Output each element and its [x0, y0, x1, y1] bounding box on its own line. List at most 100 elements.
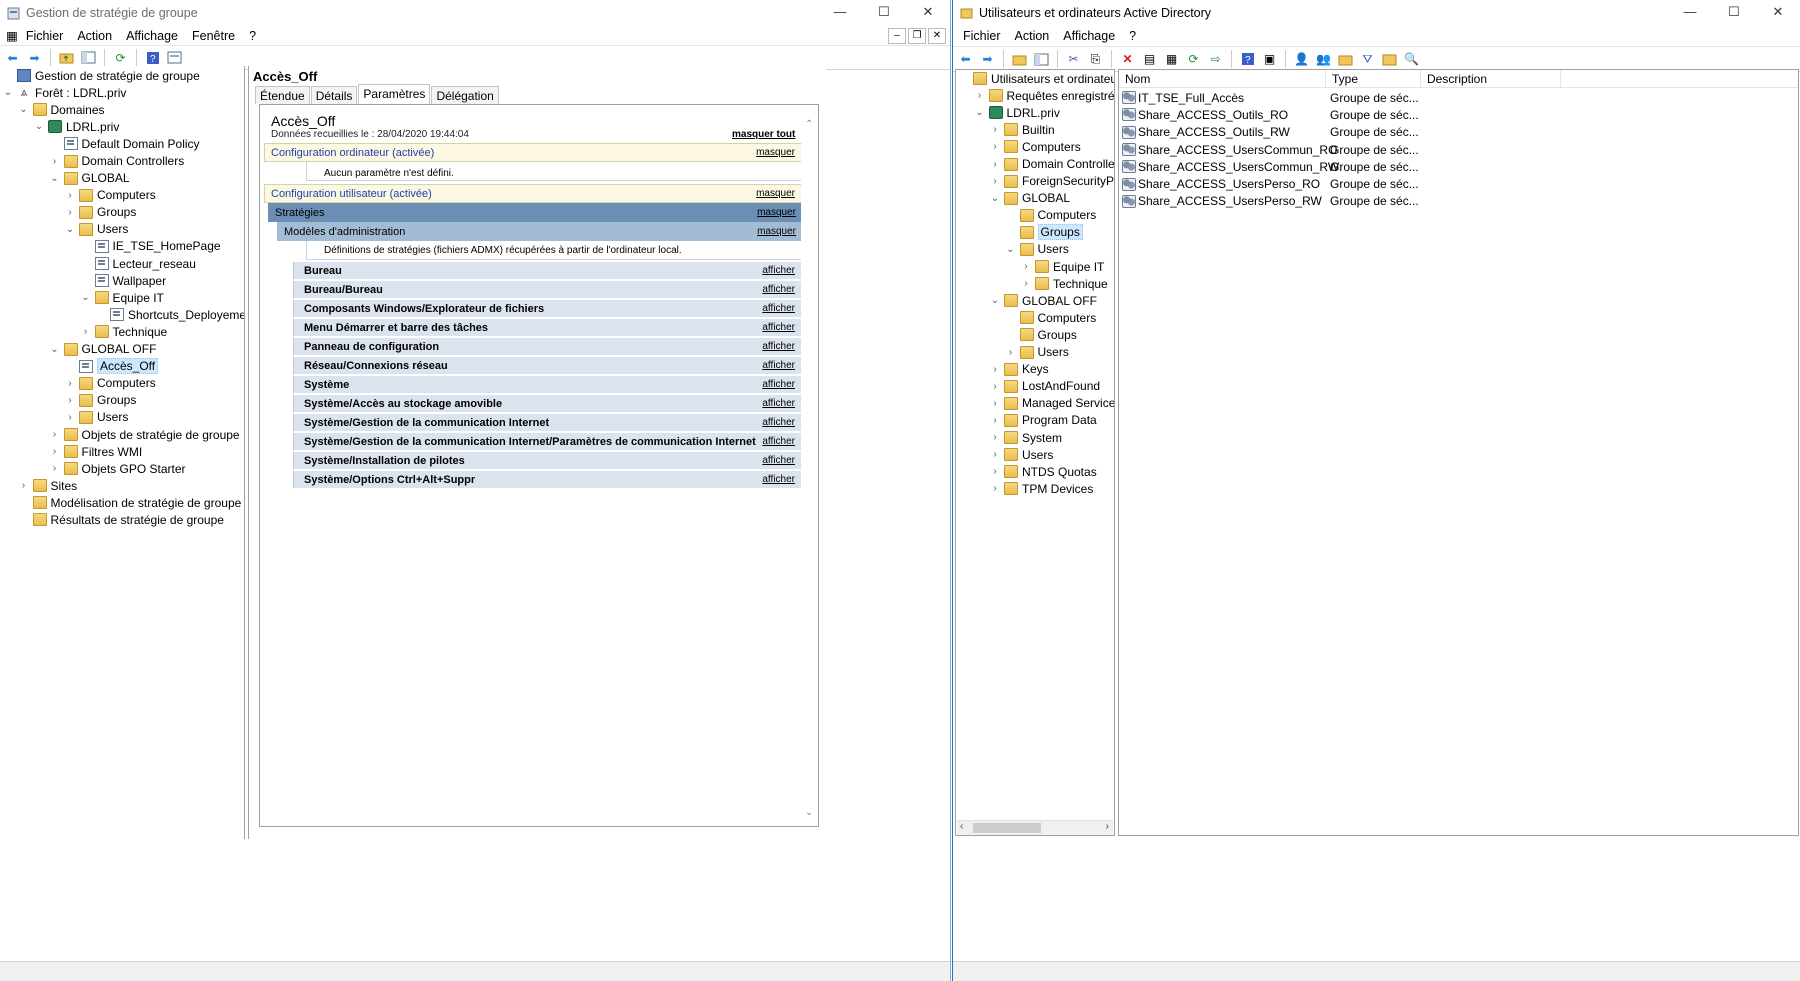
- gpm-tree-item-domaines[interactable]: ⌄ Domaines: [0, 101, 244, 118]
- chevron-down-icon[interactable]: ⌄: [989, 193, 1001, 204]
- gpm-tree-item-domain-controllers[interactable]: › Domain Controllers: [0, 152, 244, 169]
- chevron-right-icon[interactable]: ›: [80, 326, 92, 337]
- chevron-right-icon[interactable]: ›: [974, 90, 986, 101]
- ad-tree-item-groups[interactable]: Groups: [956, 224, 1114, 241]
- policy-item-show-link[interactable]: afficher: [762, 303, 795, 314]
- gpm-menu-icon[interactable]: ▦: [4, 28, 20, 43]
- policy-item-show-link[interactable]: afficher: [762, 284, 795, 295]
- gpm-tree-item-ie-tse-homepage[interactable]: IE_TSE_HomePage: [0, 238, 244, 255]
- chevron-right-icon[interactable]: ›: [989, 398, 1001, 409]
- export-icon[interactable]: ⇨: [1207, 51, 1224, 68]
- chevron-down-icon[interactable]: ⌄: [49, 173, 61, 184]
- chevron-right-icon[interactable]: ›: [1020, 278, 1032, 289]
- policy-item-show-link[interactable]: afficher: [762, 474, 795, 485]
- help-icon[interactable]: ?: [144, 49, 161, 66]
- mdi-close-button[interactable]: ✕: [928, 27, 946, 44]
- gpm-menu-action[interactable]: Action: [71, 29, 120, 43]
- properties-icon[interactable]: ▤: [1141, 51, 1158, 68]
- chevron-right-icon[interactable]: ›: [49, 446, 61, 457]
- mdi-restore-button[interactable]: ❐: [908, 27, 926, 44]
- scroll-right-icon[interactable]: ›: [1106, 821, 1109, 832]
- scroll-down-icon[interactable]: ⌄: [805, 807, 813, 818]
- ad-tree-item-equipe-it[interactable]: › Equipe IT: [956, 258, 1114, 275]
- gpm-tree-item-computers[interactable]: › Computers: [0, 187, 244, 204]
- gpm-tree-item-foret-ldrl-priv[interactable]: ⌄ ⩓ Forêt : LDRL.priv: [0, 84, 244, 101]
- policy-item-show-link[interactable]: afficher: [762, 360, 795, 371]
- chevron-right-icon[interactable]: ›: [1005, 347, 1017, 358]
- policy-item-show-link[interactable]: afficher: [762, 379, 795, 390]
- chevron-right-icon[interactable]: ›: [1020, 261, 1032, 272]
- ad-tree-item-utilisateurs-et-ordinateurs-active[interactable]: Utilisateurs et ordinateurs Active: [956, 70, 1114, 87]
- delegate-icon[interactable]: 🔍: [1403, 51, 1420, 68]
- gpm-tree-item-users[interactable]: ⌄ Users: [0, 221, 244, 238]
- gpm-tree-item-computers[interactable]: › Computers: [0, 375, 244, 392]
- chevron-down-icon[interactable]: ⌄: [2, 87, 14, 98]
- ad-tree-item-foreignsecurityprincipals[interactable]: › ForeignSecurityPrincipals: [956, 173, 1114, 190]
- ad-refresh-icon[interactable]: ⟳: [1185, 51, 1202, 68]
- report-vertical-scrollbar[interactable]: ⌃ ⌄: [801, 105, 818, 826]
- ad-show-tree-icon[interactable]: [1033, 51, 1050, 68]
- ad-tree-item-domain-controllers[interactable]: › Domain Controllers: [956, 155, 1114, 172]
- policy-item-show-link[interactable]: afficher: [762, 417, 795, 428]
- ad-tree-item-technique[interactable]: › Technique: [956, 275, 1114, 292]
- ad-minimize-button[interactable]: —: [1668, 0, 1712, 26]
- column-header-type[interactable]: Type: [1326, 70, 1421, 88]
- ad-tree-item-ldrl-priv[interactable]: ⌄ LDRL.priv: [956, 104, 1114, 121]
- tab-etendue[interactable]: Étendue: [255, 86, 310, 104]
- chevron-right-icon[interactable]: ›: [49, 429, 61, 440]
- chevron-right-icon[interactable]: ›: [989, 159, 1001, 170]
- chevron-right-icon[interactable]: ›: [64, 412, 76, 423]
- chevron-right-icon[interactable]: ›: [989, 141, 1001, 152]
- user-config-hide-link[interactable]: masquer: [756, 188, 795, 199]
- gpm-tree-item-acces-off[interactable]: Accès_Off: [0, 358, 244, 375]
- chevron-right-icon[interactable]: ›: [64, 207, 76, 218]
- list-item[interactable]: Share_ACCESS_UsersCommun_RO Groupe de séc…: [1119, 141, 1798, 158]
- list-item[interactable]: IT_TSE_Full_Accès Groupe de séc...: [1119, 89, 1798, 106]
- ad-help-icon[interactable]: ?: [1239, 51, 1256, 68]
- ad-tree-item-builtin[interactable]: › Builtin: [956, 121, 1114, 138]
- policy-item-show-link[interactable]: afficher: [762, 341, 795, 352]
- policy-item-show-link[interactable]: afficher: [762, 398, 795, 409]
- ad-menu-fichier[interactable]: Fichier: [957, 29, 1009, 43]
- list-item[interactable]: Share_ACCESS_UsersPerso_RO Groupe de séc.…: [1119, 175, 1798, 192]
- maximize-button[interactable]: ☐: [862, 0, 906, 26]
- ad-tree-item-managed-service-accour[interactable]: › Managed Service Accour: [956, 395, 1114, 412]
- column-header-nom[interactable]: Nom: [1119, 70, 1326, 88]
- chevron-down-icon[interactable]: ⌄: [974, 107, 986, 118]
- ad-back-arrow-icon[interactable]: ⬅: [957, 51, 974, 68]
- gpm-tree-item-objets-de-strategie-de-groupe[interactable]: › Objets de stratégie de groupe: [0, 426, 244, 443]
- chevron-right-icon[interactable]: ›: [49, 156, 61, 167]
- chevron-down-icon[interactable]: ⌄: [49, 344, 61, 355]
- filter-icon[interactable]: ⛛: [1359, 51, 1376, 68]
- ad-tree-item-groups[interactable]: Groups: [956, 326, 1114, 343]
- gpm-menu-fenetre[interactable]: Fenêtre: [186, 29, 243, 43]
- ad-tree-item-global[interactable]: ⌄ GLOBAL: [956, 190, 1114, 207]
- ad-tree-item-ntds-quotas[interactable]: › NTDS Quotas: [956, 463, 1114, 480]
- gpm-tree-item-sites[interactable]: › Sites: [0, 477, 244, 494]
- chevron-right-icon[interactable]: ›: [64, 378, 76, 389]
- scroll-left-icon[interactable]: ‹: [960, 821, 963, 832]
- tab-details[interactable]: Détails: [310, 86, 358, 104]
- new-group-icon[interactable]: 👥: [1315, 51, 1332, 68]
- gpm-tree-item-wallpaper[interactable]: Wallpaper: [0, 272, 244, 289]
- up-folder-icon[interactable]: [58, 49, 75, 66]
- ad-forward-arrow-icon[interactable]: ➡: [979, 51, 996, 68]
- ad-up-folder-icon[interactable]: [1011, 51, 1028, 68]
- ad-tree-item-users[interactable]: › Users: [956, 344, 1114, 361]
- ad-close-button[interactable]: ✕: [1756, 0, 1800, 26]
- ad-maximize-button[interactable]: ☐: [1712, 0, 1756, 26]
- gpm-tree-item-groups[interactable]: › Groups: [0, 392, 244, 409]
- list-item[interactable]: Share_ACCESS_Outils_RW Groupe de séc...: [1119, 124, 1798, 141]
- policy-item-show-link[interactable]: afficher: [762, 322, 795, 333]
- gpm-tree-item-gestion-de-strategie-de-groupe[interactable]: Gestion de stratégie de groupe: [0, 67, 244, 84]
- scroll-thumb[interactable]: [973, 823, 1041, 833]
- ad-tree-item-system[interactable]: › System: [956, 429, 1114, 446]
- admin-templates-hide-link[interactable]: masquer: [757, 226, 796, 237]
- chevron-down-icon[interactable]: ⌄: [80, 292, 92, 303]
- gpm-tree-item-default-domain-policy[interactable]: Default Domain Policy: [0, 135, 244, 152]
- ad-tree-item-global-off[interactable]: ⌄ GLOBAL OFF: [956, 292, 1114, 309]
- chevron-right-icon[interactable]: ›: [49, 463, 61, 474]
- gpm-tree-item-global[interactable]: ⌄ GLOBAL: [0, 170, 244, 187]
- gpm-tree-item-groups[interactable]: › Groups: [0, 204, 244, 221]
- chevron-right-icon[interactable]: ›: [64, 395, 76, 406]
